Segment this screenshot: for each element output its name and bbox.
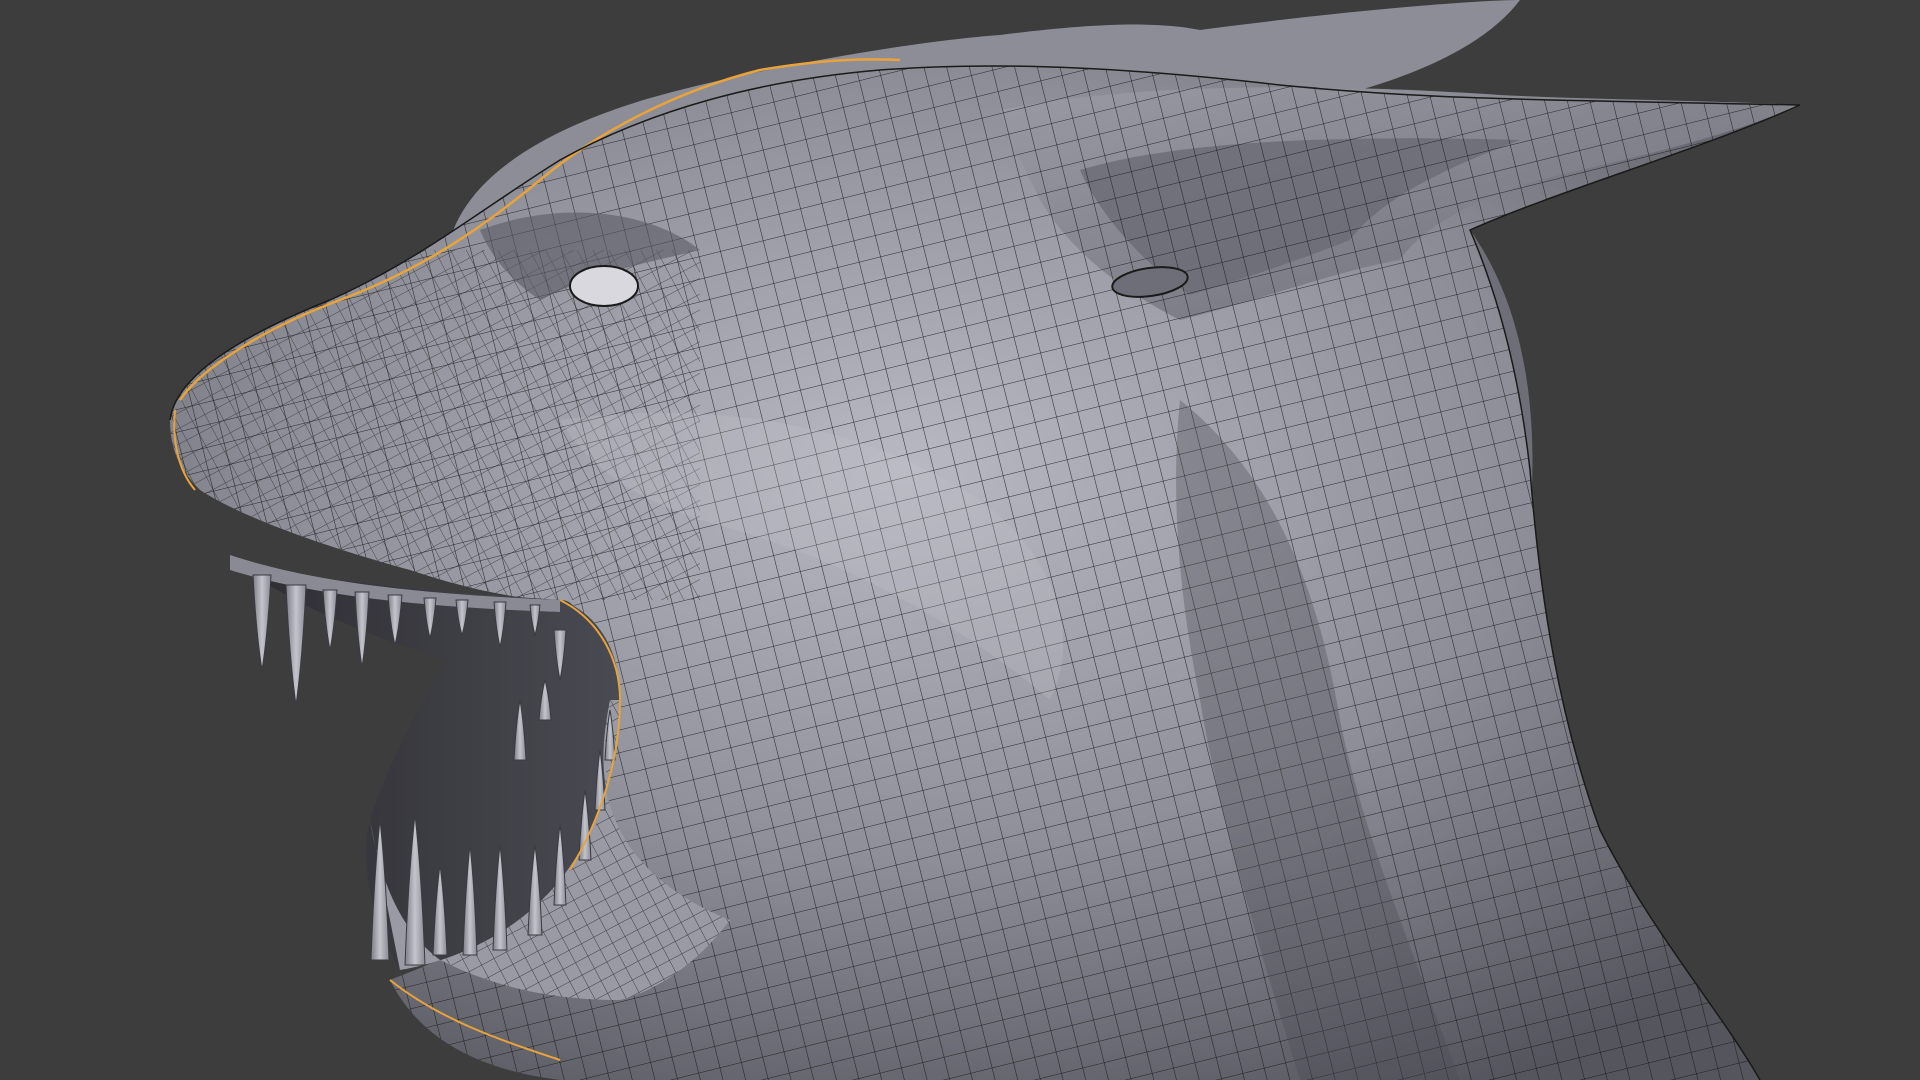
left-eye xyxy=(569,265,639,307)
upper-tooth xyxy=(285,584,307,706)
3d-viewport[interactable] xyxy=(0,0,1920,1080)
wolf-head-model[interactable] xyxy=(0,0,1920,1080)
upper-tooth xyxy=(322,589,338,651)
upper-tooth xyxy=(252,574,272,671)
upper-tooth xyxy=(354,591,370,668)
